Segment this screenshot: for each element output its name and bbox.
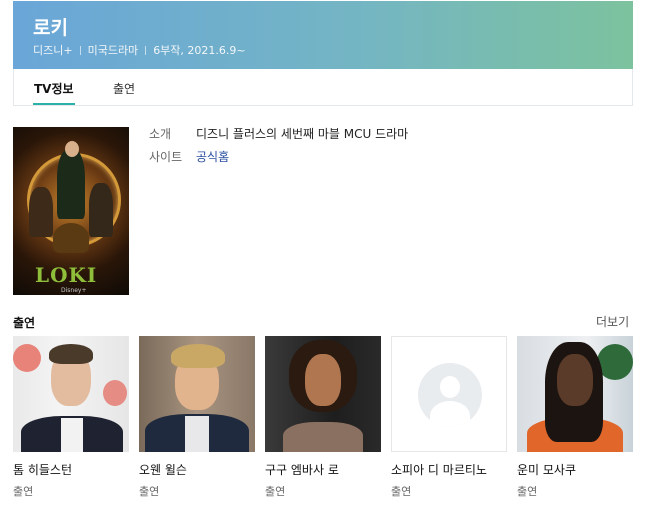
- channel-label: 디즈니+: [33, 44, 73, 57]
- cast-card[interactable]: 톰 히들스턴 출연: [13, 336, 129, 499]
- cast-card[interactable]: 구구 엠바사 로 출연: [265, 336, 381, 499]
- cast-photo: [13, 336, 129, 452]
- intro-value: 디즈니 플러스의 세번째 마블 MCU 드라마: [196, 127, 409, 141]
- cast-photo: [139, 336, 255, 452]
- more-link[interactable]: 더보기: [596, 313, 629, 330]
- tab-tv-info[interactable]: TV정보: [33, 80, 75, 105]
- cast-role: 출연: [139, 485, 160, 498]
- cast-name: 톰 히들스턴: [13, 463, 73, 477]
- cast-card[interactable]: 오웬 윌슨 출연: [139, 336, 255, 499]
- episodes-label: 6부작, 2021.6.9~: [153, 44, 246, 57]
- site-label: 사이트: [149, 150, 183, 164]
- show-title: 로키: [33, 17, 68, 39]
- title-header: 로키 디즈니+ 미국드라마 6부작, 2021.6.9~: [13, 1, 633, 69]
- intro-label: 소개: [149, 127, 172, 141]
- cast-role: 출연: [391, 485, 412, 498]
- cast-card[interactable]: 소피아 디 마르티노 출연: [391, 336, 507, 499]
- poster-logo: LOKI: [35, 263, 98, 287]
- poster-figure-head: [65, 141, 79, 157]
- cast-role: 출연: [13, 485, 34, 498]
- cast-photo: [391, 336, 507, 452]
- meta-divider: [79, 46, 81, 55]
- cast-name: 오웬 윌슨: [139, 463, 187, 477]
- tab-cast[interactable]: 출연: [113, 80, 135, 97]
- show-poster[interactable]: LOKI Disney+: [13, 127, 129, 295]
- cast-role: 출연: [265, 485, 286, 498]
- poster-figure: [57, 149, 85, 219]
- poster-figure: [53, 223, 89, 253]
- cast-photo: [265, 336, 381, 452]
- cast-photo: [517, 336, 633, 452]
- cast-name: 운미 모사쿠: [517, 463, 577, 477]
- cast-name: 소피아 디 마르티노: [391, 463, 487, 477]
- poster-studio: Disney+: [61, 287, 87, 294]
- cast-name: 구구 엠바사 로: [265, 463, 339, 477]
- person-placeholder-icon: [391, 336, 507, 452]
- tab-bar: TV정보 출연: [13, 69, 633, 106]
- show-meta: 디즈니+ 미국드라마 6부작, 2021.6.9~: [33, 42, 246, 58]
- meta-divider: [145, 46, 147, 55]
- cast-role: 출연: [517, 485, 538, 498]
- poster-figure: [29, 187, 53, 237]
- official-site-link[interactable]: 공식홈: [196, 148, 229, 165]
- cast-card[interactable]: 운미 모사쿠 출연: [517, 336, 633, 499]
- cast-section-title: 출연: [13, 316, 36, 330]
- poster-figure: [89, 183, 113, 237]
- genre-label: 미국드라마: [87, 44, 139, 57]
